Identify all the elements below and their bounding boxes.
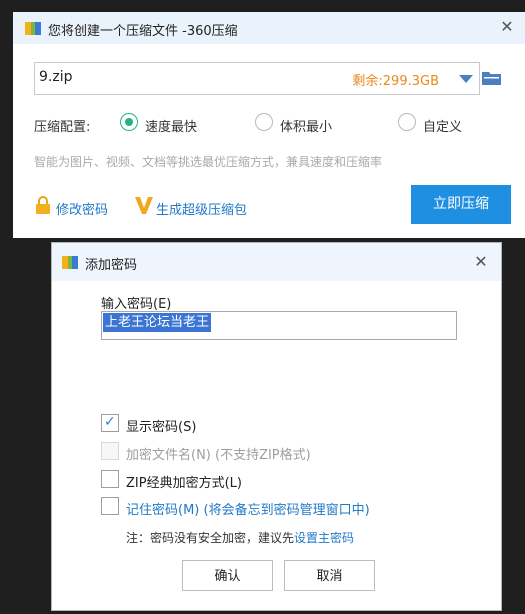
radio-custom[interactable] [398,113,416,131]
remember-password-label[interactable]: 记住密码(M) (将会备忘到密码管理窗口中) [126,499,370,518]
file-name[interactable]: 9.zip [39,69,72,85]
folder-icon[interactable] [482,70,501,85]
window-title: 您将创建一个压缩文件 -360压缩 [48,24,238,39]
lock-icon [36,196,50,214]
encrypt-filename-label: 加密文件名(N) (不支持ZIP格式) [126,448,311,463]
app-icon [62,256,78,269]
hint-text: 智能为图片、视频、文档等挑选最优压缩方式，兼具速度和压缩率 [34,155,383,169]
radio-fastest[interactable] [120,113,138,131]
compress-window: 您将创建一个压缩文件 -360压缩 ✕ 9.zip 剩余:299.3GB 压缩配… [13,12,525,238]
cancel-button[interactable]: 取消 [284,560,375,591]
encrypt-filename-checkbox [101,442,119,460]
ok-button[interactable]: 确认 [182,560,273,591]
add-password-dialog: 添加密码 ✕ 输入密码(E) 上老王论坛当老王 ✓ 显示密码(S) 加密文件名(… [51,242,502,611]
dropdown-arrow-icon[interactable] [459,75,473,83]
radio-label-smallest[interactable]: 体积最小 [280,116,332,135]
close-icon[interactable]: ✕ [497,17,517,37]
show-password-checkbox[interactable]: ✓ [101,414,119,432]
compress-now-button[interactable]: 立即压缩 [411,185,511,224]
archive-path-field[interactable]: 9.zip 剩余:299.3GB [34,62,480,95]
zip-classic-checkbox[interactable] [101,470,119,488]
dialog-title-bar: 添加密码 ✕ [52,243,501,281]
title-bar: 您将创建一个压缩文件 -360压缩 ✕ [13,12,525,44]
radio-smallest[interactable] [255,113,273,131]
note-text: 注：密码没有安全加密，建议先 [126,531,295,545]
config-label: 压缩配置: [34,120,91,135]
password-label: 输入密码(E) [101,297,172,312]
checkmark-icon: ✓ [104,414,116,430]
security-note: 注：密码没有安全加密，建议先设置主密码 [126,529,354,546]
radio-label-fastest[interactable]: 速度最快 [145,116,197,135]
super-package-link[interactable]: 生成超级压缩包 [156,199,247,218]
set-master-password-link[interactable]: 设置主密码 [294,531,354,545]
remember-password-checkbox[interactable] [101,497,119,515]
close-icon[interactable]: ✕ [471,252,491,272]
app-icon [25,22,41,35]
password-value[interactable]: 上老王论坛当老王 [103,313,212,332]
remaining-space: 剩余:299.3GB [352,74,439,89]
change-password-link[interactable]: 修改密码 [56,199,108,218]
show-password-label[interactable]: 显示密码(S) [126,416,196,435]
dialog-title: 添加密码 [85,258,138,273]
super-v-icon [135,197,153,214]
zip-classic-label[interactable]: ZIP经典加密方式(L) [126,472,242,491]
radio-label-custom[interactable]: 自定义 [423,116,462,135]
password-input[interactable]: 上老王论坛当老王 [101,311,457,340]
